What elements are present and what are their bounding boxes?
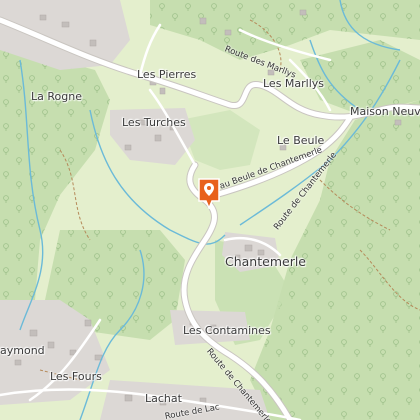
place-label-les-turches: Les Turches <box>122 116 186 129</box>
place-label-les-pierres: Les Pierres <box>137 68 197 81</box>
map-view[interactable]: Les Pierres Les Marllys La Rogne Les Tur… <box>0 0 420 420</box>
place-label-chantemerle: Chantemerle <box>225 254 306 269</box>
location-marker[interactable] <box>197 177 221 209</box>
place-label-les-fours: Les Fours <box>50 370 102 383</box>
place-label-maison-neuve: Maison Neuve <box>350 105 420 118</box>
place-label-lachat: Lachat <box>145 392 182 405</box>
place-label-aymond: aymond <box>0 344 45 357</box>
place-label-la-rogne: La Rogne <box>31 90 82 103</box>
place-label-les-contamines: Les Contamines <box>183 324 271 337</box>
location-pin-icon <box>198 178 220 209</box>
